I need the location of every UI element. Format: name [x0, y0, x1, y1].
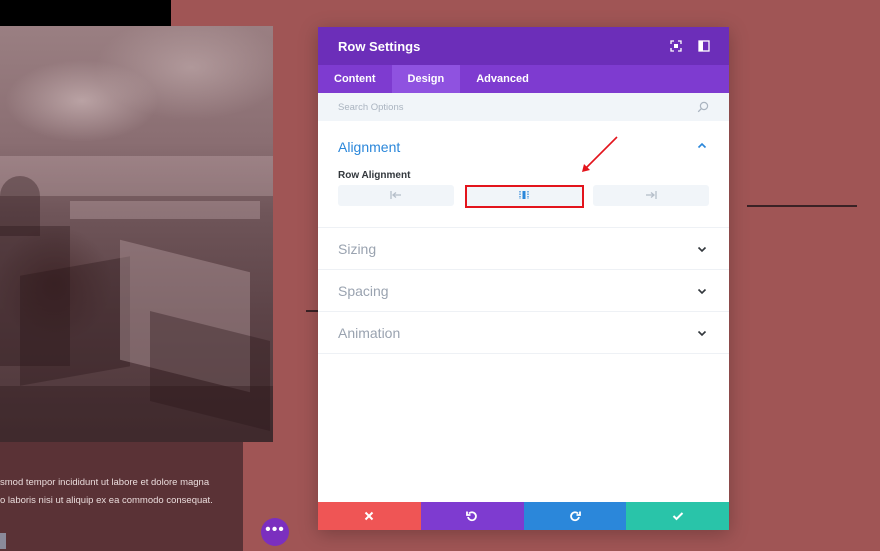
- animation-section-title[interactable]: Animation: [338, 325, 400, 341]
- undo-button[interactable]: [420, 502, 524, 530]
- save-button[interactable]: [626, 502, 729, 530]
- settings-tabs: Content Design Advanced: [318, 65, 729, 93]
- search-input[interactable]: [338, 99, 678, 115]
- expand-icon[interactable]: [670, 40, 682, 52]
- align-right-button[interactable]: [593, 185, 709, 206]
- alignment-section-title[interactable]: Alignment: [338, 139, 400, 155]
- divider-line: [306, 310, 318, 312]
- divider-line: [747, 205, 857, 207]
- redo-icon: [570, 511, 581, 522]
- spacing-section-title[interactable]: Spacing: [338, 283, 389, 299]
- row-settings-modal: Row Settings Content Design Advanced Ali…: [318, 27, 729, 530]
- modal-footer: [318, 502, 729, 530]
- tab-design[interactable]: Design: [391, 65, 461, 93]
- sizing-section[interactable]: Sizing: [318, 228, 729, 270]
- row-alignment-label: Row Alignment: [338, 170, 411, 181]
- checkmark-icon: [672, 512, 683, 521]
- chevron-up-icon[interactable]: [697, 141, 707, 151]
- background-button-chip: [0, 533, 6, 549]
- undo-icon: [466, 511, 477, 522]
- align-left-icon: [390, 191, 401, 199]
- annotation-highlight-box: [465, 185, 584, 208]
- background-body-text: smod tempor incididunt ut labore et dolo…: [0, 477, 213, 506]
- alignment-section: Alignment Row Alignment: [318, 120, 729, 228]
- sizing-section-title[interactable]: Sizing: [338, 241, 376, 257]
- cancel-button[interactable]: [318, 502, 421, 530]
- tab-content[interactable]: Content: [318, 65, 392, 93]
- align-left-button[interactable]: [338, 185, 454, 206]
- background-city-photo: [0, 26, 273, 442]
- tab-advanced[interactable]: Advanced: [460, 65, 545, 93]
- spacing-section[interactable]: Spacing: [318, 270, 729, 312]
- chevron-down-icon[interactable]: [697, 244, 707, 254]
- redo-button[interactable]: [523, 502, 627, 530]
- modal-header: Row Settings: [318, 27, 729, 65]
- chevron-down-icon[interactable]: [697, 286, 707, 296]
- split-view-icon[interactable]: [698, 40, 710, 52]
- align-right-icon: [646, 191, 657, 199]
- search-bar: [318, 93, 729, 121]
- more-options-button[interactable]: •••: [261, 518, 289, 546]
- modal-title: Row Settings: [338, 39, 421, 54]
- chevron-down-icon[interactable]: [697, 328, 707, 338]
- search-icon: [697, 101, 709, 113]
- close-icon: [365, 511, 374, 521]
- animation-section[interactable]: Animation: [318, 312, 729, 354]
- annotation-arrow-icon: [582, 136, 618, 172]
